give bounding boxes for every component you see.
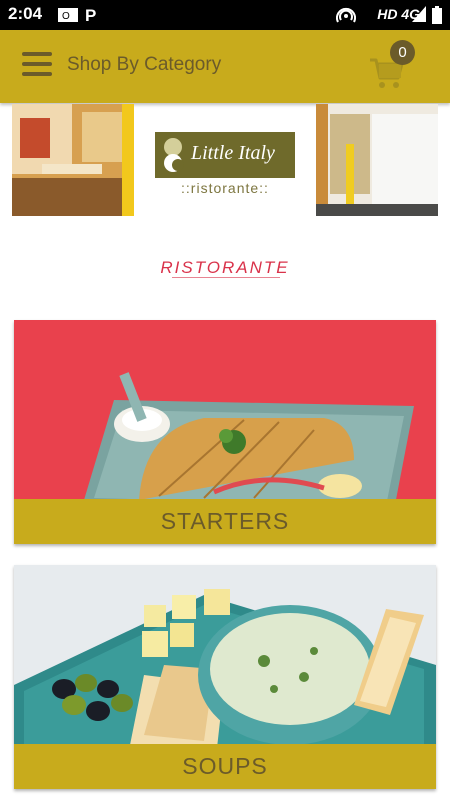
restaurant-banner: Little Italy ::ristorante:: [12,104,438,220]
hamburger-menu-icon[interactable] [22,52,52,80]
cart-count-badge: 0 [390,40,415,65]
outlook-icon: O [58,6,78,29]
logo-box: Little Italy [155,132,295,178]
status-bar: 2:04 O P HD 4G [0,0,450,30]
interior-photo-left [12,104,134,216]
status-time: 2:04 [8,4,43,23]
hotspot-icon [336,6,356,29]
category-card-starters[interactable]: STARTERS [14,320,436,544]
logo-subtext: ::ristorante:: [181,180,269,196]
category-label-soups: SOUPS [14,744,436,789]
page-title: Shop By Category [67,54,222,75]
logo-text: Little Italy [191,142,275,164]
svg-text:O: O [62,11,70,22]
signal-icon [412,6,426,27]
parking-icon: P [84,6,100,29]
svg-text:P: P [85,6,96,24]
interior-photo-right [316,104,438,216]
battery-icon [432,6,442,29]
heading-underline [172,277,280,278]
logo-emblem-icon [164,138,184,172]
category-card-soups[interactable]: SOUPS [14,565,436,789]
section-heading: RISTORANTE [160,258,290,277]
category-label-starters: STARTERS [14,499,436,544]
app-bar: Shop By Category 0 [0,30,450,103]
